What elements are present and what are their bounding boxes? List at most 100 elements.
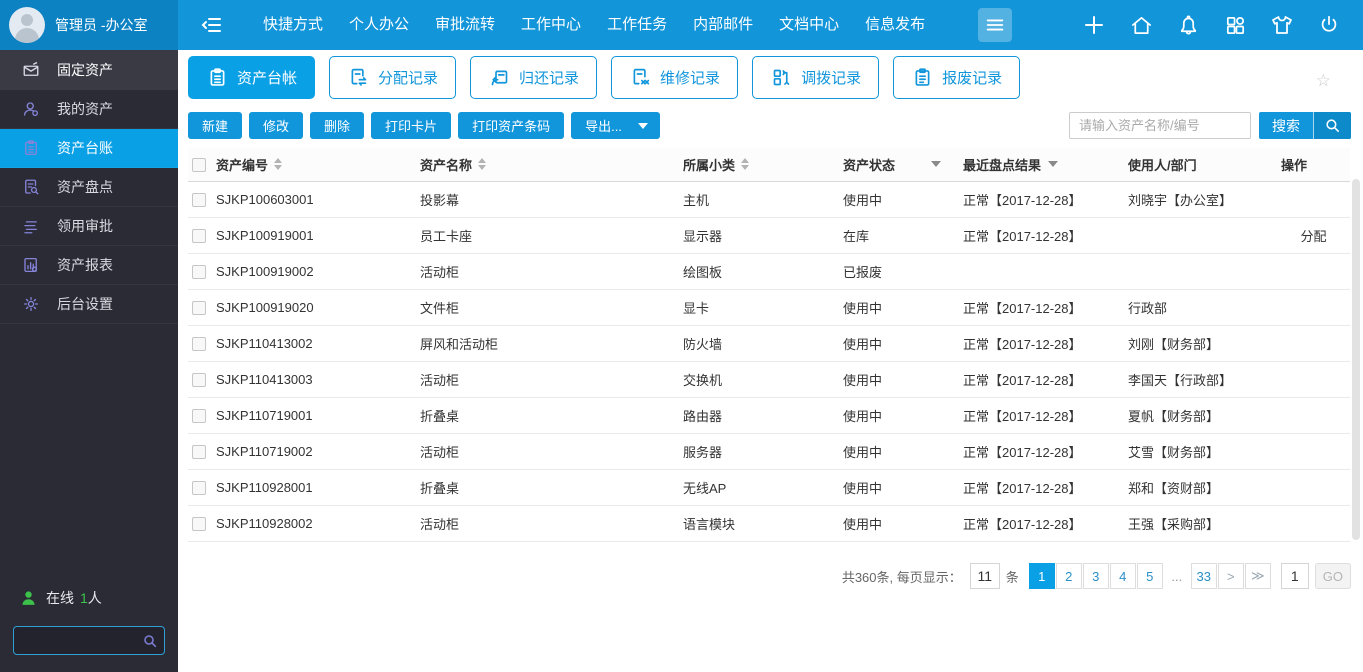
print-card-button[interactable]: 打印卡片 [371, 112, 452, 139]
row-checkbox[interactable] [192, 264, 206, 279]
tab-scrap-records[interactable]: 报废记录 [893, 56, 1021, 99]
tab-repair-records[interactable]: 维修记录 [611, 56, 739, 99]
tab-transfer-records[interactable]: 调拨记录 [752, 56, 880, 99]
allocate-action-link[interactable]: 分配 [1300, 229, 1326, 244]
asset-category-cell: 服务器 [679, 433, 839, 470]
row-checkbox[interactable] [192, 336, 206, 351]
edit-button[interactable]: 修改 [249, 112, 304, 139]
nav-item-personal-office[interactable]: 个人办公 [336, 0, 422, 50]
sidebar-item-asset-reports[interactable]: 资产报表 [0, 246, 178, 285]
next-page-button[interactable]: > [1217, 563, 1244, 589]
page-button-33[interactable]: 33 [1190, 563, 1217, 589]
new-button[interactable]: 新建 [188, 112, 243, 139]
jump-page-input[interactable] [1280, 563, 1309, 589]
page-button-2[interactable]: 2 [1055, 563, 1082, 589]
logout-power-icon[interactable] [1317, 13, 1341, 37]
top-bar-actions [1082, 13, 1363, 37]
sidebar-item-asset-inventory[interactable]: 资产盘点 [0, 168, 178, 207]
row-checkbox[interactable] [192, 192, 206, 207]
status-filter-icon[interactable] [931, 161, 941, 168]
sort-category-icon[interactable] [741, 158, 750, 171]
notifications-bell-icon[interactable] [1176, 13, 1200, 37]
row-checkbox-cell [188, 325, 212, 362]
return-records-tab-icon [488, 67, 510, 89]
nav-item-info-publish[interactable]: 信息发布 [852, 0, 938, 50]
nav-item-document-center[interactable]: 文档中心 [766, 0, 852, 50]
page-size-input[interactable] [969, 563, 1000, 589]
user-dept-cell: 李国天【行政部】 [1124, 361, 1277, 398]
print-barcode-button[interactable]: 打印资产条码 [458, 112, 565, 139]
sidebar-section-fixed-assets[interactable]: 固定资产 [0, 50, 178, 90]
go-button[interactable]: GO [1314, 563, 1351, 589]
tab-asset-ledger[interactable]: 资产台帐 [188, 56, 316, 99]
sort-asset-name-icon[interactable] [478, 158, 487, 171]
home-icon[interactable] [1129, 13, 1153, 37]
table-row: SJKP110413002 屏风和活动柜 防火墙 使用中 正常【2017-12-… [188, 325, 1350, 362]
select-all-checkbox[interactable] [192, 158, 206, 173]
sidebar-item-asset-ledger[interactable]: 资产台账 [0, 129, 178, 168]
row-checkbox[interactable] [192, 516, 206, 531]
row-checkbox[interactable] [192, 480, 206, 495]
asset-search-input[interactable] [1069, 112, 1251, 139]
user-profile[interactable]: 管理员 -办公室 [0, 0, 178, 50]
nav-item-internal-mail[interactable]: 内部邮件 [680, 0, 766, 50]
sidebar-item-my-assets[interactable]: 我的资产 [0, 90, 178, 129]
page-size-unit: 条 [1005, 569, 1019, 585]
sidebar-item-label: 我的资产 [57, 101, 113, 117]
row-checkbox-cell [188, 397, 212, 434]
inventory-result-cell: 正常【2017-12-28】 [959, 217, 1124, 254]
inventory-result-cell: 正常【2017-12-28】 [959, 181, 1124, 218]
row-checkbox[interactable] [192, 228, 206, 243]
sidebar-item-backend-settings[interactable]: 后台设置 [0, 285, 178, 324]
actions-cell [1277, 181, 1350, 218]
nav-item-work-center[interactable]: 工作中心 [508, 0, 594, 50]
nav-item-approval-flow[interactable]: 审批流转 [422, 0, 508, 50]
inventory-result-filter-icon[interactable] [1048, 161, 1059, 168]
delete-button[interactable]: 删除 [310, 112, 365, 139]
sidebar-item-requisition-approval[interactable]: 领用审批 [0, 207, 178, 246]
col-status-label: 资产状态 [843, 157, 896, 173]
nav-item-work-tasks[interactable]: 工作任务 [594, 0, 680, 50]
nav-item-shortcuts[interactable]: 快捷方式 [250, 0, 336, 50]
export-dropdown-button[interactable]: 导出... [571, 112, 660, 139]
col-user-dept-label: 使用人/部门 [1128, 157, 1197, 173]
asset-category-cell: 无线AP [679, 469, 839, 506]
sidebar-search-input[interactable] [14, 633, 136, 648]
tab-allocation-records[interactable]: 分配记录 [329, 56, 457, 99]
asset-ledger-tab-icon [206, 67, 228, 89]
tab-return-records[interactable]: 归还记录 [470, 56, 598, 99]
search-button[interactable]: 搜索 [1259, 112, 1351, 139]
tab-label: 调拨记录 [801, 70, 862, 87]
last-page-button[interactable]: ≫ [1244, 563, 1271, 589]
asset-table: 资产编号 资产名称 所属小类 资产状态 最近盘点结果 使用人/部门 操作 SJK… [188, 148, 1350, 542]
row-checkbox[interactable] [192, 408, 206, 423]
theme-tshirt-icon[interactable] [1270, 13, 1294, 37]
page-button-4[interactable]: 4 [1109, 563, 1136, 589]
table-row: SJKP110413003 活动柜 交换机 使用中 正常【2017-12-28】… [188, 361, 1350, 398]
apps-grid-icon[interactable] [1223, 13, 1247, 37]
table-scrollbar[interactable] [1352, 179, 1360, 540]
transfer-records-tab-icon [770, 67, 792, 89]
search-button-label: 搜索 [1272, 117, 1300, 134]
row-checkbox[interactable] [192, 444, 206, 459]
asset-name-cell: 投影幕 [416, 181, 679, 218]
pagination-summary: 共360条, 每页显示： [841, 569, 962, 585]
row-checkbox[interactable] [192, 372, 206, 387]
add-icon[interactable] [1082, 13, 1106, 37]
asset-name-cell: 活动柜 [416, 361, 679, 398]
row-checkbox[interactable] [192, 300, 206, 315]
asset-name-cell: 员工卡座 [416, 217, 679, 254]
sidebar-search-icon[interactable] [136, 633, 164, 649]
asset-ledger-clipboard-icon [22, 139, 40, 157]
asset-category-cell: 绘图板 [679, 253, 839, 290]
actions-cell [1277, 325, 1350, 362]
page-button-3[interactable]: 3 [1082, 563, 1109, 589]
menu-toggle-button[interactable] [978, 8, 1013, 42]
collapse-sidebar-icon[interactable] [200, 13, 224, 37]
page-button-5[interactable]: 5 [1136, 563, 1163, 589]
sidebar-item-label: 资产报表 [57, 257, 113, 273]
page-button-1[interactable]: 1 [1028, 563, 1055, 589]
favorite-star-icon[interactable]: ☆ [1316, 72, 1331, 89]
sort-asset-id-icon[interactable] [274, 158, 283, 171]
settings-gear-icon [22, 295, 40, 313]
